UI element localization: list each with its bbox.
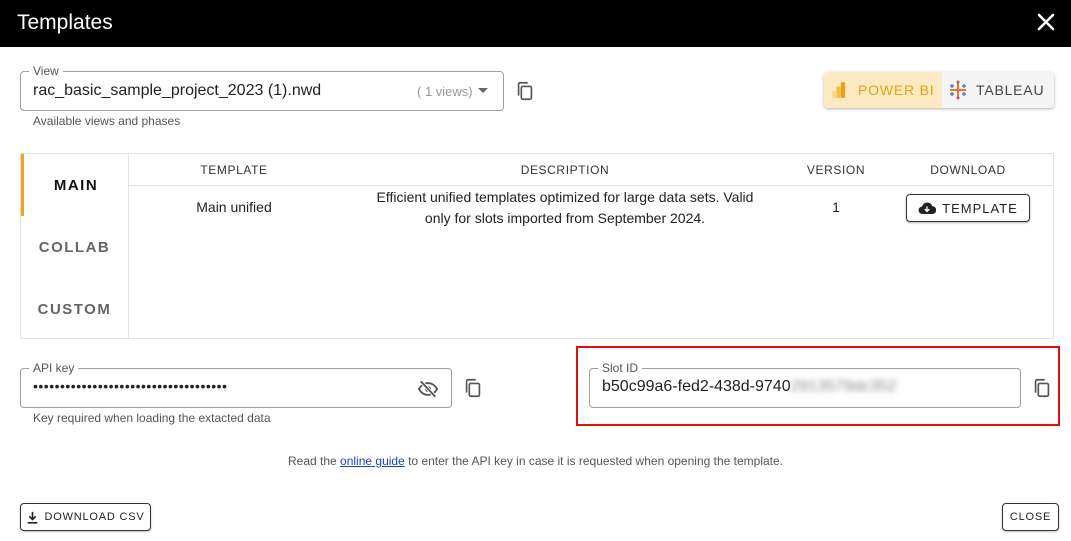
- api-key-legend: API key: [29, 361, 79, 375]
- tab-custom-label: CUSTOM: [37, 300, 112, 318]
- dropdown-arrow-icon[interactable]: [478, 88, 488, 94]
- close-button-label: CLOSE: [1009, 511, 1052, 523]
- bi-platform-toggle: POWER BI TABLEAU: [824, 72, 1054, 108]
- tab-collab-label: COLLAB: [38, 238, 111, 256]
- view-select-value: rac_basic_sample_project_2023 (1).nwd: [33, 82, 322, 99]
- dialog-header: Templates: [0, 0, 1071, 47]
- tab-custom[interactable]: CUSTOM: [21, 278, 128, 340]
- views-count: ( 1 views): [417, 84, 473, 99]
- copy-api-key-icon[interactable]: [462, 377, 484, 399]
- column-header-download: DOWNLOAD: [930, 163, 1006, 177]
- download-csv-button[interactable]: DOWNLOAD CSV: [20, 503, 151, 531]
- cell-description-line1: Efficient unified templates optimized fo…: [376, 189, 754, 205]
- table-header-divider: [129, 185, 1053, 186]
- cell-template: Main unified: [196, 199, 272, 215]
- tab-collab[interactable]: COLLAB: [21, 216, 128, 278]
- close-icon[interactable]: [1033, 9, 1059, 35]
- template-tabs: MAIN COLLAB CUSTOM: [21, 154, 129, 338]
- close-button[interactable]: CLOSE: [1002, 503, 1059, 531]
- tableau-label: TABLEAU: [976, 82, 1045, 98]
- download-icon: [28, 511, 38, 524]
- column-header-version: VERSION: [806, 163, 866, 177]
- guide-text: Read the online guide to enter the API k…: [0, 454, 1071, 468]
- copy-slot-id-icon[interactable]: [1031, 377, 1053, 399]
- slot-id-blurred: 2913579dc352: [790, 378, 897, 395]
- column-header-template: TEMPLATE: [200, 163, 268, 177]
- slot-id-legend: Slot ID: [598, 361, 643, 375]
- templates-panel: MAIN COLLAB CUSTOM TEMPLATE DESCRIPTION …: [20, 153, 1054, 339]
- view-select-legend: View: [29, 64, 63, 78]
- slot-id-visible: b50c99a6-fed2-438d-9740: [602, 378, 791, 395]
- column-header-description: DESCRIPTION: [520, 163, 610, 177]
- download-template-label: TEMPLATE: [942, 200, 1018, 216]
- tab-main-label: MAIN: [53, 176, 99, 194]
- templates-dialog: Templates View rac_basic_sample_project_…: [0, 0, 1071, 541]
- guide-prefix: Read the: [287, 454, 341, 468]
- api-key-helper-text: Key required when loading the extacted d…: [33, 411, 271, 425]
- view-select[interactable]: View rac_basic_sample_project_2023 (1).n…: [20, 64, 504, 111]
- slot-id-value: b50c99a6-fed2-438d-97402913579dc352: [602, 378, 897, 396]
- cell-description-line2: only for slots imported from September 2…: [424, 210, 706, 226]
- guide-suffix: to enter the API key in case it is reque…: [404, 454, 783, 468]
- cloud-download-icon: [918, 202, 937, 215]
- powerbi-button[interactable]: POWER BI: [824, 72, 942, 108]
- download-template-button[interactable]: TEMPLATE: [906, 194, 1030, 222]
- copy-view-icon[interactable]: [514, 80, 536, 102]
- visibility-off-icon[interactable]: [417, 378, 439, 400]
- api-key-value: ••••••••••••••••••••••••••••••••••••: [33, 378, 228, 394]
- dialog-title: Templates: [17, 11, 113, 34]
- cell-version: 1: [832, 199, 840, 215]
- powerbi-label: POWER BI: [858, 82, 935, 98]
- slot-id-field[interactable]: Slot ID b50c99a6-fed2-438d-97402913579dc…: [589, 361, 1021, 408]
- tab-main[interactable]: MAIN: [21, 154, 128, 216]
- view-helper-text: Available views and phases: [33, 114, 181, 128]
- online-guide-link[interactable]: online guide: [340, 454, 405, 468]
- api-key-field[interactable]: API key ••••••••••••••••••••••••••••••••…: [20, 361, 452, 408]
- powerbi-icon: [832, 82, 846, 98]
- tableau-icon: [950, 80, 966, 100]
- tableau-button[interactable]: TABLEAU: [942, 72, 1054, 108]
- download-csv-label: DOWNLOAD CSV: [44, 511, 145, 523]
